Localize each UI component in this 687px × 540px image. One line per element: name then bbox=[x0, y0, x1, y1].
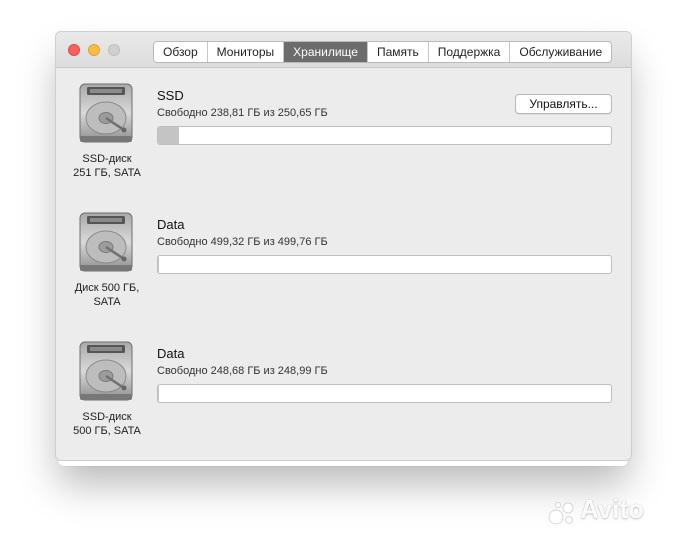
titlebar: Обзор Мониторы Хранилище Память Поддержк… bbox=[56, 32, 631, 68]
minimize-button[interactable] bbox=[88, 44, 100, 56]
avito-logo-icon bbox=[548, 502, 574, 525]
zoom-button[interactable] bbox=[108, 44, 120, 56]
drive-caption: Диск 500 ГБ, SATA bbox=[61, 281, 153, 309]
disk-entry: SSD-диск 251 ГБ, SATA SSD Свободно 238,8… bbox=[56, 68, 631, 198]
drive-caption-line: 251 ГБ, SATA bbox=[73, 167, 141, 179]
drive-caption-line: 500 ГБ, SATA bbox=[73, 425, 141, 437]
drive-caption: SSD-диск 500 ГБ, SATA bbox=[61, 410, 153, 438]
storage-usage-bar bbox=[157, 126, 612, 145]
disk-name: Data bbox=[157, 217, 185, 232]
drive-caption-line: SATA bbox=[93, 296, 121, 308]
disk-free-space: Свободно 499,32 ГБ из 499,76 ГБ bbox=[157, 236, 328, 248]
storage-usage-bar bbox=[157, 255, 612, 274]
storage-usage-bar bbox=[157, 384, 612, 403]
hard-drive-icon bbox=[79, 83, 133, 143]
hard-drive-icon bbox=[79, 341, 133, 401]
drive-caption-line: SSD-диск bbox=[82, 153, 132, 165]
tab-memory[interactable]: Память bbox=[367, 42, 429, 62]
disk-name: Data bbox=[157, 346, 185, 361]
storage-usage-fill bbox=[158, 127, 180, 144]
tab-service[interactable]: Обслуживание bbox=[510, 42, 612, 62]
tab-displays[interactable]: Мониторы bbox=[207, 42, 285, 62]
disk-free-space: Свободно 248,68 ГБ из 248,99 ГБ bbox=[157, 365, 328, 377]
drive-caption-line: Диск 500 ГБ, bbox=[74, 282, 140, 294]
close-button[interactable] bbox=[68, 44, 80, 56]
tab-storage[interactable]: Хранилище bbox=[284, 42, 368, 62]
disk-entry: SSD-диск 500 ГБ, SATA Data Свободно 248,… bbox=[56, 326, 631, 456]
drive-caption: SSD-диск 251 ГБ, SATA bbox=[61, 152, 153, 180]
storage-content: SSD-диск 251 ГБ, SATA SSD Свободно 238,8… bbox=[56, 68, 631, 460]
drive-caption-line: SSD-диск bbox=[82, 411, 132, 423]
tab-overview[interactable]: Обзор bbox=[154, 42, 208, 62]
disk-free-space: Свободно 238,81 ГБ из 250,65 ГБ bbox=[157, 107, 328, 119]
hard-drive-icon bbox=[79, 212, 133, 272]
segmented-tabs: Обзор Мониторы Хранилище Память Поддержк… bbox=[153, 41, 613, 63]
manage-button[interactable]: Управлять... bbox=[515, 94, 612, 114]
disk-entry: Диск 500 ГБ, SATA Data Свободно 499,32 Г… bbox=[56, 197, 631, 327]
disk-name: SSD bbox=[157, 88, 184, 103]
avito-watermark: Avito bbox=[580, 494, 645, 524]
tab-support[interactable]: Поддержка bbox=[428, 42, 511, 62]
about-this-mac-window: Обзор Мониторы Хранилище Память Поддержк… bbox=[55, 31, 632, 461]
